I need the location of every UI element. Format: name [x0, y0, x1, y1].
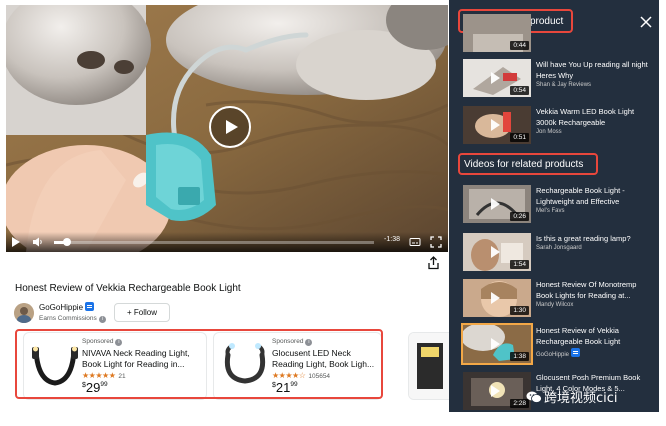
video-item[interactable]: 0:26 Rechargeable Book Light - Lightweig… [463, 185, 653, 225]
follow-button[interactable]: + Follow [114, 303, 170, 322]
info-icon[interactable]: i [98, 316, 106, 323]
video-thumbnail: 0:44 [463, 14, 531, 52]
play-button[interactable] [209, 106, 251, 148]
channel-name[interactable]: GoGoHippie [39, 302, 95, 312]
video-duration: 0:54 [510, 86, 529, 95]
product-image [409, 333, 449, 399]
product-title[interactable]: Glocusent LED Neck Reading Light, Book L… [272, 348, 376, 370]
video-duration: 0:26 [510, 212, 529, 221]
video-title: Will have You Up reading all night Heres… [536, 60, 648, 80]
product-card-partial[interactable] [409, 333, 449, 399]
scrollbar[interactable] [659, 0, 666, 412]
video-author: Mel's Favs [536, 208, 565, 214]
stars-icon: ★★★★★ [82, 371, 116, 380]
play-icon [491, 246, 500, 258]
video-duration: 0:44 [510, 41, 529, 50]
info-icon[interactable]: i [305, 339, 313, 346]
play-icon [491, 119, 500, 131]
play-icon [491, 198, 500, 210]
progress-bar[interactable] [54, 238, 374, 246]
video-thumbnail: 0:54 [463, 59, 531, 97]
video-title: Is this a great reading lamp? [536, 234, 631, 243]
video-title: Honest Review Of Monotremp Book Lights f… [536, 280, 637, 300]
progress-handle[interactable] [62, 238, 71, 246]
video-thumbnail: 1:30 [463, 279, 531, 317]
video-player[interactable]: -1:38 [6, 5, 448, 252]
sponsored-label: Sponsored i [272, 338, 313, 346]
video-duration: 0:51 [510, 133, 529, 142]
avatar[interactable] [14, 303, 34, 323]
video-title: Rechargeable Book Light - Lightweight an… [536, 186, 625, 206]
play-icon [491, 338, 500, 350]
product-price: $2999 [82, 380, 108, 395]
video-duration: 1:54 [510, 260, 529, 269]
play-icon [226, 120, 238, 134]
wechat-icon [526, 391, 542, 403]
video-author: Sarah Jonsgaard [536, 245, 582, 251]
captions-icon[interactable] [409, 236, 421, 248]
star-rating: ★★★★☆ 105654 [272, 371, 330, 380]
play-icon [491, 292, 500, 304]
earns-commissions: Earns Commissions i [39, 315, 106, 323]
product-price: $2199 [272, 380, 298, 395]
video-item[interactable]: 0:54 Will have You Up reading all night … [463, 59, 653, 99]
video-item[interactable]: 1:30 Honest Review Of Monotremp Book Lig… [463, 279, 653, 319]
video-thumbnail: 0:51 [463, 106, 531, 144]
video-item[interactable]: 0:51 Vekkia Warm LED Book Light 3000k Re… [463, 106, 653, 146]
video-thumbnail: 1:38 [461, 323, 533, 365]
fullscreen-icon[interactable] [430, 236, 442, 248]
info-icon[interactable]: i [115, 339, 123, 346]
video-thumbnail: 0:26 [463, 185, 531, 223]
video-thumbnail: 1:54 [463, 233, 531, 271]
video-thumbnail: 2:28 [463, 372, 531, 410]
product-image [32, 346, 78, 386]
video-author: Jon Moss [536, 129, 562, 135]
watermark: 跨境视频cici [526, 387, 618, 406]
share-icon[interactable] [427, 256, 440, 270]
video-author: Shan & Jay Reviews [536, 82, 592, 88]
play-icon [491, 385, 500, 397]
player-controls: -1:38 [6, 232, 448, 252]
video-item[interactable]: 1:38 Honest Review of Vekkia Rechargeabl… [461, 323, 653, 365]
sponsored-label: Sponsored i [82, 338, 123, 346]
video-item[interactable]: 0:44 [463, 14, 653, 52]
rating-count: 105654 [308, 373, 331, 380]
volume-icon[interactable] [32, 236, 44, 248]
time-remaining: -1:38 [384, 236, 400, 243]
star-rating: ★★★★★ 21 [82, 371, 126, 380]
video-item[interactable]: 1:54 Is this a great reading lamp? Sarah… [463, 233, 653, 273]
product-title[interactable]: NIVAVA Neck Reading Light, Book Light fo… [82, 348, 200, 370]
play-icon [491, 72, 500, 84]
video-title: Vekkia Warm LED Book Light 3000k Recharg… [536, 107, 635, 127]
verified-badge-icon [85, 302, 95, 311]
video-author: GoGoHippie [536, 348, 581, 358]
video-title: Honest Review of Vekkia Rechargeable Boo… [15, 283, 241, 294]
stars-icon: ★★★★☆ [272, 371, 306, 380]
section-title: Videos for related products [464, 159, 584, 170]
product-image [224, 343, 266, 384]
video-duration: 1:30 [510, 306, 529, 315]
rating-count: 21 [118, 373, 126, 380]
video-author: Mandy Wilcox [536, 302, 574, 308]
video-duration: 1:38 [510, 352, 529, 361]
product-card[interactable]: Sponsored i Glocusent LED Neck Reading Li… [214, 333, 381, 399]
product-card[interactable]: Sponsored i NIVAVA Neck Reading Light, Bo… [24, 333, 206, 399]
verified-badge-icon [571, 348, 581, 357]
video-title: Honest Review of Vekkia Rechargeable Boo… [536, 326, 621, 346]
play-icon[interactable] [11, 236, 21, 248]
